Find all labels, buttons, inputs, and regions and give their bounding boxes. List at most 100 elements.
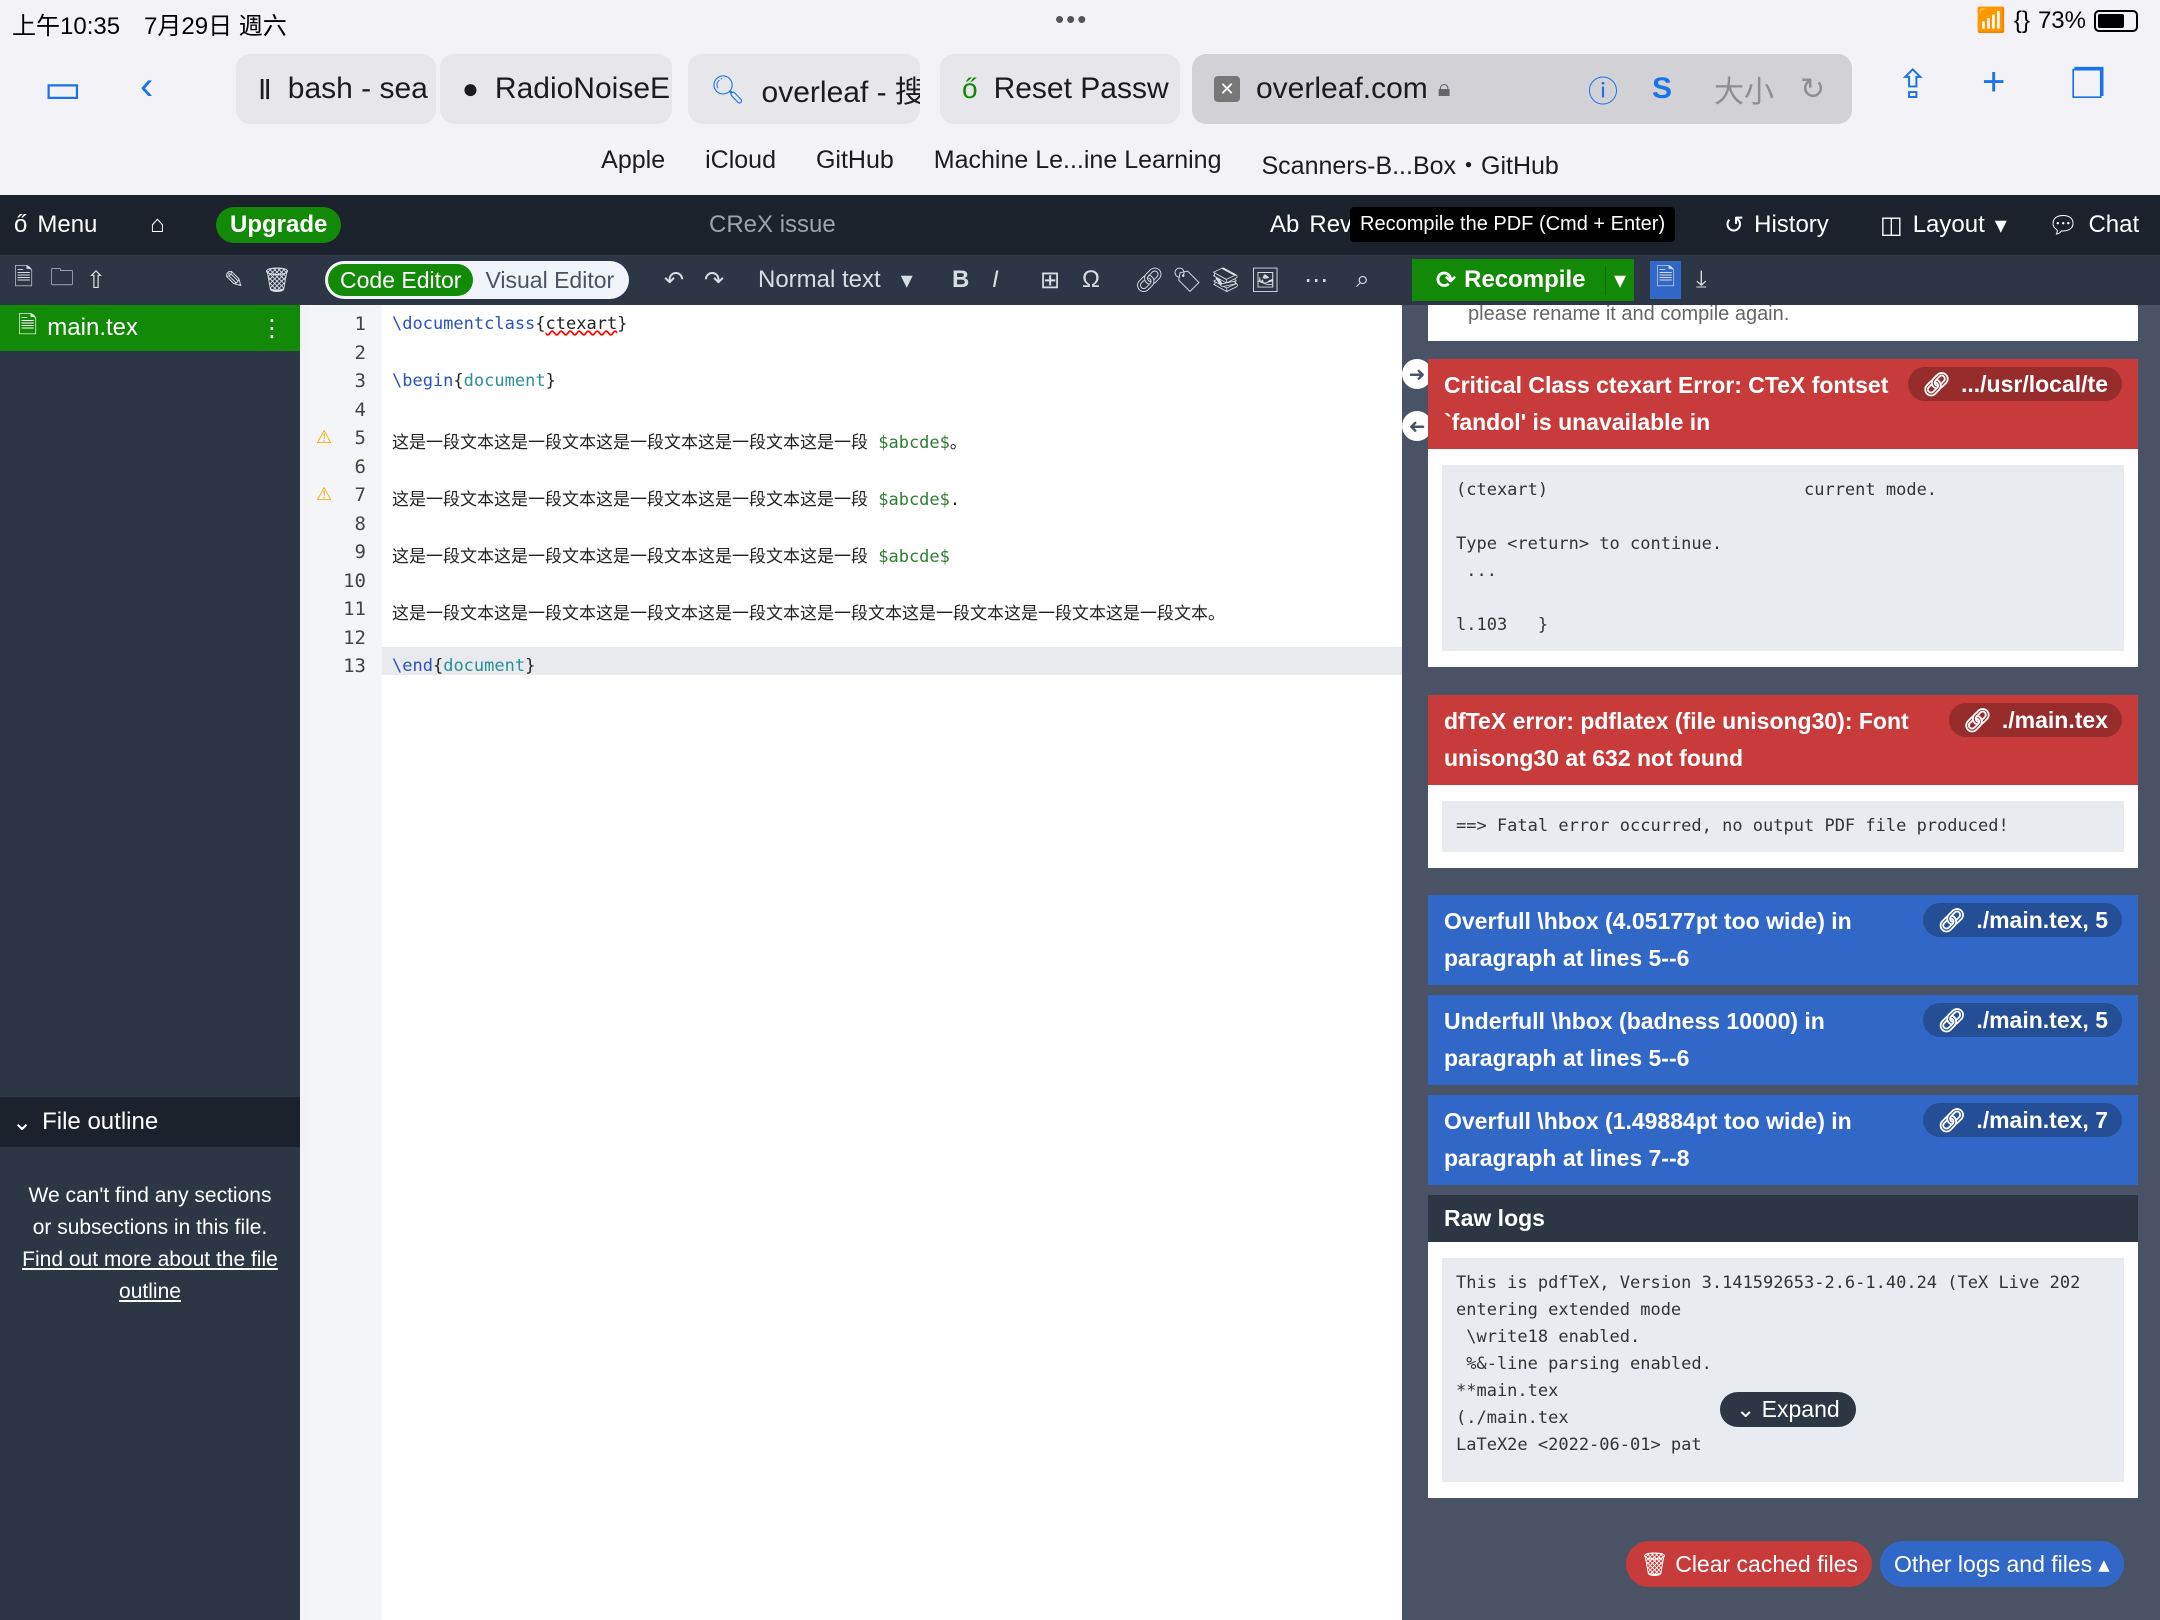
github-icon: ● [462,73,479,104]
layout-button[interactable]: ◫ Layout ▾ [1880,195,2007,255]
chevron-down-icon: ⌄ [1736,1396,1762,1422]
overleaf-header: ő Menu ⌂ Upgrade CReX issue Ab Rev Recompi… [0,195,2160,255]
text-size-button[interactable]: 大小 [1714,67,1774,111]
rename-icon[interactable]: ✎ [224,255,244,305]
back-icon[interactable]: ‹ [140,64,153,109]
tab-overleaf-search[interactable]: 🔍︎ overleaf - 搜 [688,54,920,124]
new-folder-icon[interactable]: 🗀 [50,255,74,305]
log-detail: (ctexart) current mode. Type <return> to… [1442,465,2124,651]
recompile-button[interactable]: ⟳ Recompile ▾ [1412,259,1634,301]
outline-help-link[interactable]: Find out more about the file outline [22,1248,278,1303]
review-icon: Ab [1270,211,1300,238]
delete-icon[interactable]: 🗑︎ [262,255,292,305]
chat-icon: 💬︎ [2048,211,2079,239]
close-tab-icon[interactable]: ✕ [1214,76,1240,102]
code-line[interactable]: \end{document} [392,656,535,676]
layout-icon: ◫ [1880,211,1903,239]
new-file-icon[interactable]: 🗎 [14,255,33,305]
download-icon[interactable]: ⤓ [1696,255,1707,305]
file-outline-header[interactable]: ⌄ File outline [0,1097,300,1147]
chat-button[interactable]: 💬︎ Chat [2048,195,2139,255]
log-warning: Overfull \hbox (1.49884pt too wide) in p… [1428,1095,2138,1185]
code-editor[interactable]: 1 \documentclass{ctexart} 2 3 \begin{documen… [310,305,1402,1620]
code-line[interactable]: 这是一段文本这是一段文本这是一段文本这是一段文本这是一段 $abcde$。 [392,428,967,453]
sidebar-icon[interactable]: ▭ [44,66,82,112]
history-button[interactable]: ↺ History [1724,195,1829,255]
tab-radionoise[interactable]: ● RadioNoiseE [440,54,672,124]
upgrade-button[interactable]: Upgrade [216,207,342,243]
wifi-icon: 📶 [1976,7,2006,34]
warning-icon[interactable]: ⚠ [316,484,332,505]
more-icon[interactable]: ⋯ [1304,255,1328,305]
insert-math-icon[interactable]: ⊞ [1040,255,1060,305]
home-icon[interactable]: ⌂ [150,195,165,255]
log-error-fontset: Critical Class ctexart Error: CTeX fonts… [1428,359,2138,667]
address-bar[interactable]: ✕ overleaf.com 🔒︎ ⓘ S 大小 ↻ [1192,54,1852,124]
pdf-logs-icon[interactable]: 🗎 [1650,261,1682,299]
recompile-tooltip: Recompile the PDF (Cmd + Enter) [1350,207,1676,242]
project-title[interactable]: CReX issue [709,195,836,255]
tab-bash[interactable]: Ⅱbash - sea [236,54,436,124]
line-number: 3 [354,370,366,392]
symbol-icon[interactable]: Ω [1082,255,1100,305]
code-line[interactable]: \documentclass{ctexart} [392,314,627,334]
text-style-select[interactable]: Normal text ▾ [758,255,913,305]
raw-logs-title: Raw logs [1428,1195,2138,1242]
favorite-icloud[interactable]: iCloud [705,146,776,182]
editor-mode-toggle: Code Editor Visual Editor [325,261,630,299]
log-link[interactable]: 🔗︎ ./main.tex, 5 [1923,1003,2122,1037]
expand-button[interactable]: ⌄ Expand [1720,1392,1856,1427]
file-tree: 🗎 main.tex ⋮ ⌄ File outline We can't fin… [0,305,300,1620]
link-icon[interactable]: 🔗︎ [1134,255,1164,305]
caret-up-icon: ▴ [2098,1550,2110,1577]
raw-log-text: This is pdfTeX, Version 3.141592653-2.6-… [1442,1258,2124,1482]
line-number: 2 [354,341,366,364]
log-warning: Underfull \hbox (badness 10000) in parag… [1428,995,2138,1085]
figure-icon[interactable]: 🖼︎ [1250,255,1280,305]
code-line[interactable]: 这是一段文本这是一段文本这是一段文本这是一段文本这是一段 $abcde$. [392,485,960,510]
tab-reset-password[interactable]: ő Reset Passw [940,54,1180,124]
link-icon: 🔗︎ [1921,370,1951,397]
log-link[interactable]: 🔗︎ ./main.tex, 7 [1923,1103,2122,1137]
code-line[interactable]: 这是一段文本这是一段文本这是一段文本这是一段文本这是一段文本这是一段文本这是一段… [392,599,1225,624]
file-menu-icon[interactable]: ⋮ [260,314,284,343]
log-link[interactable]: 🔗︎ ./main.tex, 5 [1923,903,2122,937]
multitask-dots[interactable]: ••• [1055,4,1088,35]
code-line[interactable]: 这是一段文本这是一段文本这是一段文本这是一段文本这是一段 $abcde$ [392,542,950,567]
log-link[interactable]: 🔗︎ ./main.tex [1948,703,2122,737]
warning-icon[interactable]: ⚠ [316,427,332,448]
log-link[interactable]: 🔗︎ .../usr/local/te [1907,367,2122,401]
search-icon[interactable]: ⌕ [1356,255,1369,305]
log-entry-rename: please rename it and compile again. [1428,305,2138,341]
info-icon[interactable]: ⓘ [1588,67,1618,111]
code-editor-toggle[interactable]: Code Editor [328,264,474,296]
chevron-down-icon: ▾ [1994,211,2007,239]
line-number: 10 [343,569,366,592]
favorite-scanners[interactable]: Scanners-B...Box・GitHub [1262,146,1559,182]
favorite-machine-learning[interactable]: Machine Le...ine Learning [934,146,1222,182]
clear-cache-button[interactable]: 🗑︎ Clear cached files [1626,1541,1873,1587]
line-number: 8 [354,512,366,535]
upload-icon[interactable]: ⇧ [86,255,106,305]
redo-icon[interactable]: ↷ [704,255,724,305]
code-line[interactable]: \begin{document} [392,371,556,391]
share-icon[interactable]: ⇪ [1896,62,1930,108]
visual-editor-toggle[interactable]: Visual Editor [473,267,626,294]
favorite-apple[interactable]: Apple [601,146,665,182]
tabs-overview-icon[interactable]: ❐ [2070,62,2106,108]
file-main-tex[interactable]: 🗎 main.tex ⋮ [0,305,300,351]
recompile-dropdown-icon[interactable]: ▾ [1604,265,1626,295]
citation-icon[interactable]: 📚︎ [1210,255,1240,305]
bold-icon[interactable]: B [952,255,969,305]
logs-panel: please rename it and compile again. ➜ ➜ … [1402,305,2160,1620]
undo-icon[interactable]: ↶ [664,255,684,305]
favorite-github[interactable]: GitHub [816,146,894,182]
other-logs-button[interactable]: Other logs and files ▴ [1880,1541,2124,1587]
review-button[interactable]: Ab Rev [1270,195,1352,255]
menu-button[interactable]: ő Menu [14,195,97,255]
new-tab-icon[interactable]: + [1982,60,2005,105]
reference-icon[interactable]: 🏷︎ [1172,255,1202,305]
reload-icon[interactable]: ↻ [1800,72,1825,107]
italic-icon[interactable]: I [992,255,999,305]
extension-icon[interactable]: S [1652,72,1672,106]
